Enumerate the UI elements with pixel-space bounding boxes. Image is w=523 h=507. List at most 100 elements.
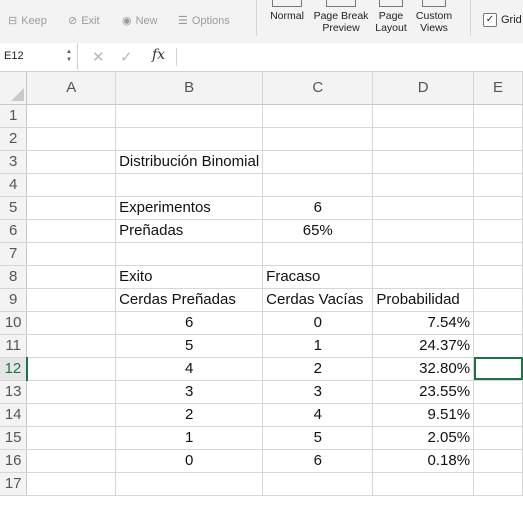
cell-a14[interactable]: [26, 403, 117, 427]
cell-c11[interactable]: 1: [262, 334, 374, 358]
cell-d12[interactable]: 32.80%: [372, 357, 475, 381]
column-header-a[interactable]: A: [26, 72, 117, 105]
cell-a1[interactable]: [26, 104, 117, 128]
cell-b8[interactable]: Exito: [115, 265, 264, 289]
enter-icon[interactable]: ✓: [120, 48, 133, 66]
cell-b10[interactable]: 6: [115, 311, 264, 335]
cell-a6[interactable]: [26, 219, 117, 243]
cell-b5[interactable]: Experimentos: [115, 196, 264, 220]
cell-e5[interactable]: [473, 196, 523, 220]
row-header[interactable]: 15: [0, 426, 28, 450]
cell-d16[interactable]: 0.18%: [372, 449, 475, 473]
cell-c3[interactable]: [262, 150, 374, 174]
row-header[interactable]: 7: [0, 242, 28, 266]
row-header[interactable]: 2: [0, 127, 28, 151]
cell-a11[interactable]: [26, 334, 117, 358]
cell-a13[interactable]: [26, 380, 117, 404]
cell-a17[interactable]: [26, 472, 117, 496]
cell-b4[interactable]: [115, 173, 264, 197]
cell-e14[interactable]: [473, 403, 523, 427]
cell-a5[interactable]: [26, 196, 117, 220]
cell-b12[interactable]: 4: [115, 357, 264, 381]
insert-function-icon[interactable]: fx: [152, 47, 165, 63]
cell-b14[interactable]: 2: [115, 403, 264, 427]
cell-b2[interactable]: [115, 127, 264, 151]
cell-e9[interactable]: [473, 288, 523, 312]
cell-c13[interactable]: 3: [262, 380, 374, 404]
cell-b17[interactable]: [115, 472, 264, 496]
cell-e1[interactable]: [473, 104, 523, 128]
cell-e4[interactable]: [473, 173, 523, 197]
new-button[interactable]: ◉ New: [122, 14, 158, 28]
cell-c1[interactable]: [262, 104, 374, 128]
cell-d3[interactable]: [372, 150, 475, 174]
cell-a4[interactable]: [26, 173, 117, 197]
name-box-stepper-icon[interactable]: ▲ ▼: [66, 48, 74, 64]
row-header[interactable]: 14: [0, 403, 28, 427]
cell-d8[interactable]: [372, 265, 475, 289]
cell-e15[interactable]: [473, 426, 523, 450]
cell-a2[interactable]: [26, 127, 117, 151]
cell-b13[interactable]: 3: [115, 380, 264, 404]
row-header[interactable]: 13: [0, 380, 28, 404]
cell-e13[interactable]: [473, 380, 523, 404]
cell-e7[interactable]: [473, 242, 523, 266]
cell-d1[interactable]: [372, 104, 475, 128]
row-header[interactable]: 8: [0, 265, 28, 289]
row-header[interactable]: 5: [0, 196, 28, 220]
cell-a7[interactable]: [26, 242, 117, 266]
row-header[interactable]: 10: [0, 311, 28, 335]
select-all-corner[interactable]: [0, 72, 28, 105]
cell-c16[interactable]: 6: [262, 449, 374, 473]
row-header[interactable]: 3: [0, 150, 28, 174]
cell-d7[interactable]: [372, 242, 475, 266]
cell-b11[interactable]: 5: [115, 334, 264, 358]
name-box[interactable]: E12 ▲ ▼: [0, 43, 78, 70]
column-header-d[interactable]: D: [372, 72, 475, 105]
cell-a9[interactable]: [26, 288, 117, 312]
cell-d15[interactable]: 2.05%: [372, 426, 475, 450]
cell-d9[interactable]: Probabilidad: [372, 288, 475, 312]
cell-b3[interactable]: Distribución Binomial: [115, 150, 264, 174]
cell-c9[interactable]: Cerdas Vacías: [262, 288, 374, 312]
cell-d2[interactable]: [372, 127, 475, 151]
custom-views-button[interactable]: Custom Views: [412, 0, 456, 34]
cell-a16[interactable]: [26, 449, 117, 473]
cell-d6[interactable]: [372, 219, 475, 243]
cell-b6[interactable]: Preñadas: [115, 219, 264, 243]
row-header[interactable]: 11: [0, 334, 28, 358]
cell-e17[interactable]: [473, 472, 523, 496]
cell-c17[interactable]: [262, 472, 374, 496]
cell-c2[interactable]: [262, 127, 374, 151]
cell-c15[interactable]: 5: [262, 426, 374, 450]
column-header-c[interactable]: C: [262, 72, 374, 105]
cell-d17[interactable]: [372, 472, 475, 496]
cell-a12[interactable]: [26, 357, 117, 381]
cell-e2[interactable]: [473, 127, 523, 151]
normal-view-button[interactable]: Normal: [266, 0, 308, 22]
cell-e6[interactable]: [473, 219, 523, 243]
cell-d13[interactable]: 23.55%: [372, 380, 475, 404]
cell-c7[interactable]: [262, 242, 374, 266]
row-header[interactable]: 4: [0, 173, 28, 197]
page-layout-button[interactable]: Page Layout: [372, 0, 410, 34]
cell-c8[interactable]: Fracaso: [262, 265, 374, 289]
cell-c10[interactable]: 0: [262, 311, 374, 335]
cell-c12[interactable]: 2: [262, 357, 374, 381]
cell-e11[interactable]: [473, 334, 523, 358]
worksheet[interactable]: A B C D E 1 2 3 Distribución Binomial 4 5 Expe…: [0, 72, 523, 496]
cell-e10[interactable]: [473, 311, 523, 335]
column-header-b[interactable]: B: [115, 72, 264, 105]
cell-a10[interactable]: [26, 311, 117, 335]
cell-d14[interactable]: 9.51%: [372, 403, 475, 427]
cell-d5[interactable]: [372, 196, 475, 220]
cell-b1[interactable]: [115, 104, 264, 128]
cancel-icon[interactable]: ✕: [92, 48, 105, 66]
row-header[interactable]: 17: [0, 472, 28, 496]
cell-c14[interactable]: 4: [262, 403, 374, 427]
cell-e16[interactable]: [473, 449, 523, 473]
row-header[interactable]: 12: [0, 357, 28, 381]
cell-d10[interactable]: 7.54%: [372, 311, 475, 335]
column-header-e[interactable]: E: [473, 72, 523, 105]
cell-b9[interactable]: Cerdas Preñadas: [115, 288, 264, 312]
